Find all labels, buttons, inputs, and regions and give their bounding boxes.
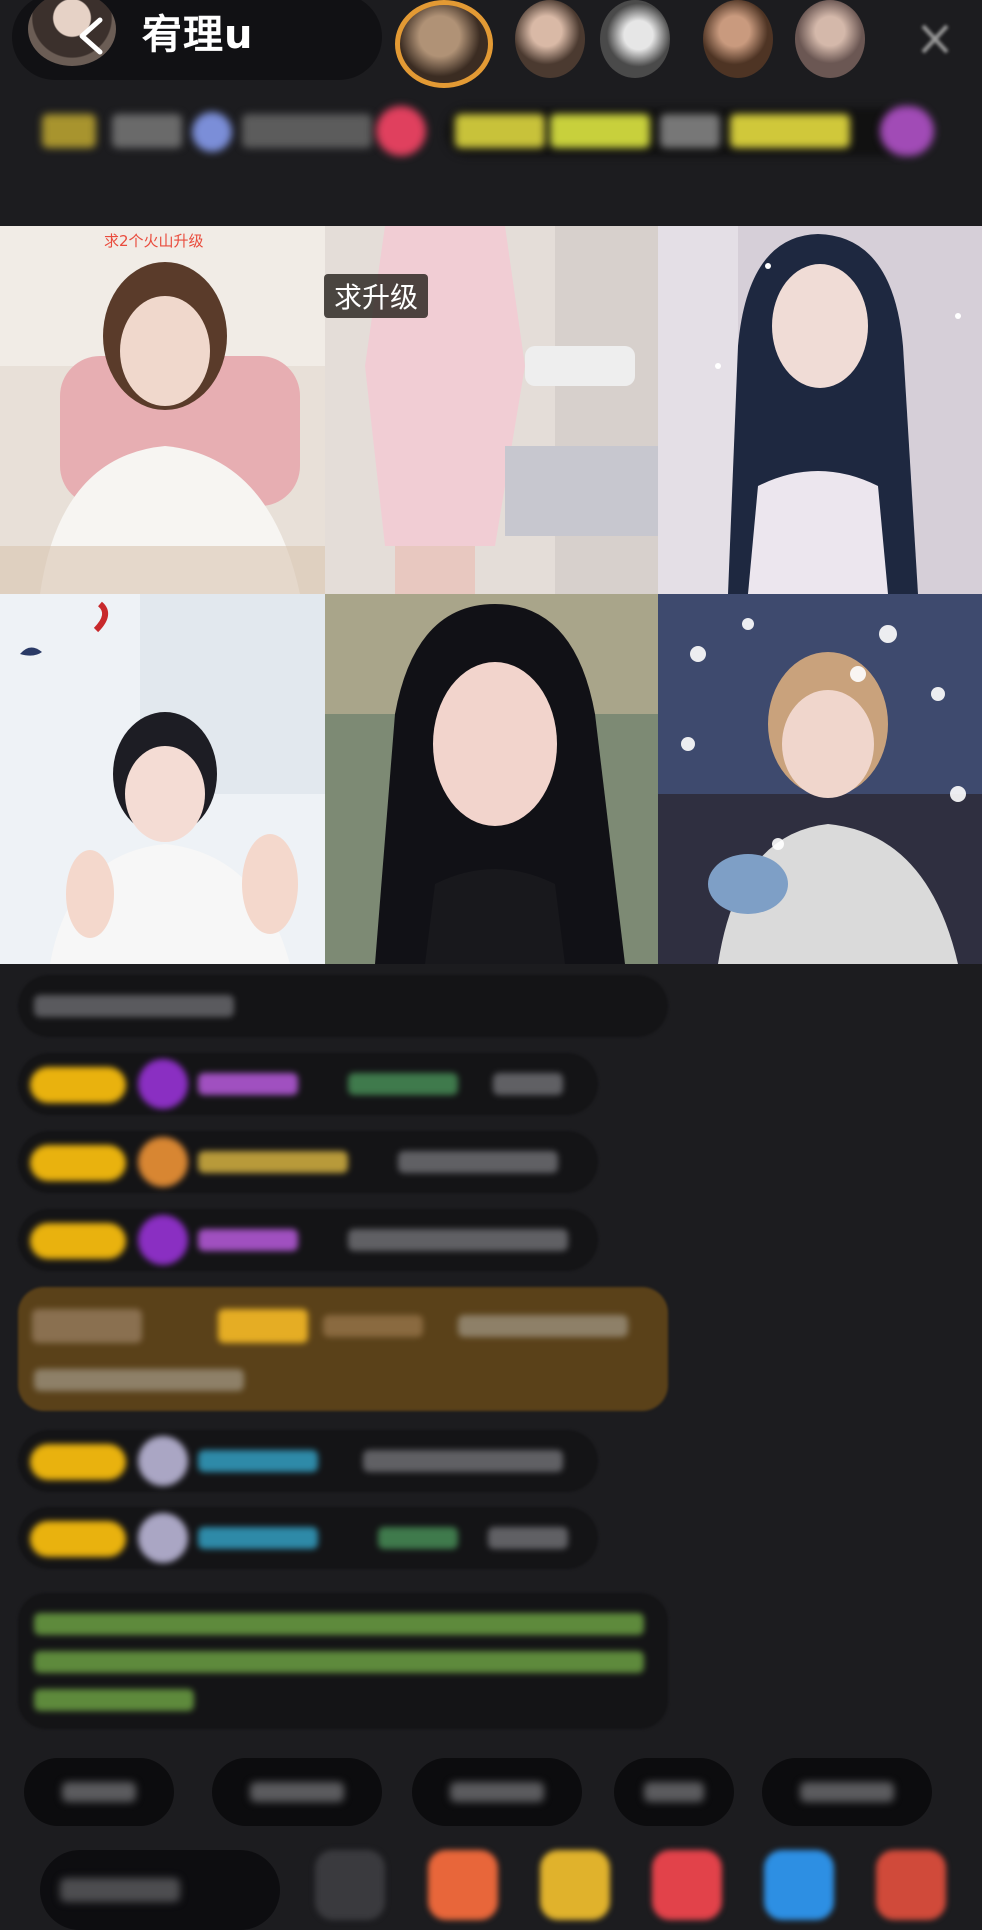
user-icon xyxy=(138,1137,188,1187)
level-badge xyxy=(30,1067,126,1103)
rank-text xyxy=(550,114,650,148)
chat-username xyxy=(378,1527,458,1549)
chat-badge xyxy=(32,1309,142,1343)
header-bar: 宥理u xyxy=(0,0,982,90)
quick-reply-chip[interactable] xyxy=(212,1758,382,1826)
close-icon[interactable] xyxy=(905,14,965,64)
user-icon xyxy=(138,1059,188,1109)
rank-text xyxy=(455,114,545,148)
chat-username xyxy=(323,1315,423,1337)
live-info-ribbon[interactable] xyxy=(30,100,960,170)
viewer-avatar[interactable] xyxy=(395,0,493,88)
shop-icon[interactable] xyxy=(540,1850,610,1920)
level-badge xyxy=(42,114,96,148)
video-cell-caption: 求2个火山升级 xyxy=(104,232,204,250)
video-cell-caption: 求升级 xyxy=(324,274,429,318)
quick-reply-chip[interactable] xyxy=(614,1758,734,1826)
chat-message[interactable] xyxy=(18,1209,598,1271)
gift-box-icon[interactable] xyxy=(428,1850,498,1920)
chat-username xyxy=(198,1151,348,1173)
quick-reply-row xyxy=(24,1758,982,1830)
video-cell-5[interactable] xyxy=(325,594,658,964)
chat-username xyxy=(198,1073,298,1095)
back-arrow-icon[interactable] xyxy=(72,14,112,58)
quick-reply-chip[interactable] xyxy=(24,1758,174,1826)
gift-icon[interactable] xyxy=(652,1850,722,1920)
chat-text xyxy=(34,995,234,1017)
chat-message[interactable] xyxy=(18,1430,598,1492)
viewer-avatar[interactable] xyxy=(703,0,773,78)
user-icon xyxy=(138,1436,188,1486)
level-badge xyxy=(30,1145,126,1181)
viewer-avatar[interactable] xyxy=(515,0,585,78)
heart-icon xyxy=(376,106,426,156)
notice-text xyxy=(34,1689,194,1711)
info-text xyxy=(112,114,182,148)
more-icon[interactable] xyxy=(876,1850,946,1920)
chat-message[interactable] xyxy=(18,1507,598,1569)
chat-system-notice xyxy=(18,1593,668,1729)
chat-message-highlight[interactable] xyxy=(18,1287,668,1411)
quick-reply-chip[interactable] xyxy=(762,1758,932,1826)
rank-text xyxy=(660,114,720,148)
gift-icon xyxy=(192,112,232,152)
emoji-icon[interactable] xyxy=(315,1850,385,1920)
viewer-avatar[interactable] xyxy=(600,0,670,78)
info-text xyxy=(242,114,372,148)
chat-text xyxy=(363,1450,563,1472)
viewer-avatar[interactable] xyxy=(795,0,865,78)
level-badge xyxy=(30,1521,126,1557)
video-cell-3[interactable] xyxy=(658,226,982,594)
chat-text xyxy=(398,1151,558,1173)
chat-text xyxy=(493,1073,563,1095)
chat-badge xyxy=(218,1309,308,1343)
rank-text xyxy=(730,114,850,148)
video-cell-1[interactable]: 求2个火山升级 xyxy=(0,226,325,594)
multi-guest-video-grid: 求2个火山升级 求升级 xyxy=(0,226,982,964)
level-badge xyxy=(30,1444,126,1480)
notice-text xyxy=(34,1613,644,1635)
video-cell-6[interactable] xyxy=(658,594,982,964)
user-icon xyxy=(138,1513,188,1563)
share-icon[interactable] xyxy=(764,1850,834,1920)
chat-text xyxy=(34,1369,244,1391)
host-info-pill[interactable]: 宥理u xyxy=(12,0,382,80)
chat-username xyxy=(198,1229,298,1251)
chat-message[interactable] xyxy=(18,1131,598,1193)
chat-username xyxy=(198,1450,318,1472)
chat-text xyxy=(488,1527,568,1549)
video-cell-4[interactable] xyxy=(0,594,325,964)
bottom-action-bar xyxy=(0,1830,982,1930)
chat-username xyxy=(198,1527,318,1549)
chat-username xyxy=(348,1073,458,1095)
user-icon xyxy=(138,1215,188,1265)
rank-icon xyxy=(880,106,934,156)
chat-message[interactable] xyxy=(18,1053,598,1115)
notice-text xyxy=(34,1651,644,1673)
chat-text xyxy=(348,1229,568,1251)
level-badge xyxy=(30,1223,126,1259)
chat-text xyxy=(458,1315,628,1337)
chat-input[interactable] xyxy=(40,1850,280,1930)
chat-message[interactable] xyxy=(18,975,668,1037)
host-name: 宥理u xyxy=(142,12,254,58)
quick-reply-chip[interactable] xyxy=(412,1758,582,1826)
